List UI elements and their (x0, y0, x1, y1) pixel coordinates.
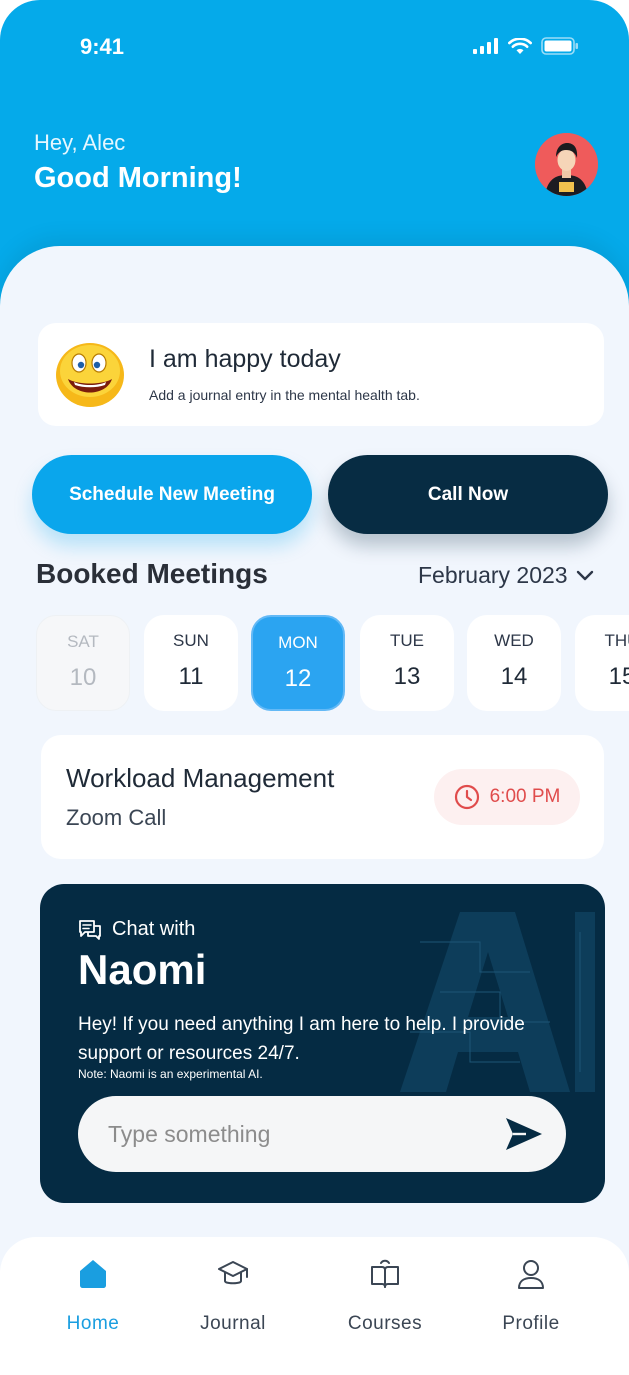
day-name: SUN (173, 631, 209, 650)
wifi-icon (508, 37, 532, 54)
nav-home-label: Home (66, 1313, 120, 1334)
meeting-card[interactable]: Workload Management Zoom Call 6:00 PM (41, 735, 604, 859)
day-number: 12 (284, 665, 312, 692)
app-screen: 9:41 Hey, Alec Good Morning! I am happy … (0, 0, 629, 1375)
day-tue[interactable]: TUE 13 (360, 615, 454, 711)
day-selector: SAT 10 SUN 11 MON 12 TUE 13 WED 14 THU 1… (36, 615, 629, 713)
month-dropdown[interactable]: February 2023 (418, 562, 594, 589)
send-icon[interactable] (504, 1116, 544, 1152)
day-number: 10 (69, 664, 97, 691)
salutation-text: Good Morning! (34, 162, 242, 194)
bottom-nav: Home Journal Courses Profile (0, 1237, 629, 1375)
day-name: MON (278, 633, 318, 652)
nav-journal-label: Journal (200, 1313, 266, 1334)
battery-icon (541, 37, 578, 55)
home-icon (80, 1260, 106, 1288)
chat-input[interactable] (108, 1114, 488, 1154)
mood-card[interactable]: I am happy today Add a journal entry in … (38, 323, 604, 426)
chat-bubble-icon (79, 919, 101, 940)
chat-assistant-name: Naomi (78, 946, 207, 993)
day-thu[interactable]: THU 15 (575, 615, 629, 711)
nav-courses[interactable]: Courses (325, 1257, 445, 1335)
greeting-text: Hey, Alec (34, 130, 126, 155)
meeting-title: Workload Management (66, 763, 335, 793)
chat-with-label: Chat with (78, 918, 195, 941)
chat-message: Hey! If you need anything I am here to h… (78, 1014, 525, 1064)
day-sun[interactable]: SUN 11 (144, 615, 238, 711)
schedule-meeting-button[interactable]: Schedule New Meeting (32, 455, 312, 534)
day-name: WED (494, 631, 534, 650)
status-icons (473, 37, 579, 55)
signal-icon (473, 38, 498, 54)
nav-profile[interactable]: Profile (471, 1257, 591, 1335)
day-number: 13 (393, 663, 421, 690)
day-number: 14 (500, 663, 528, 690)
mood-title: I am happy today (149, 345, 341, 373)
clock-icon (454, 784, 479, 810)
day-name: TUE (390, 631, 424, 650)
avatar[interactable] (535, 133, 598, 196)
day-sat[interactable]: SAT 10 (36, 615, 130, 711)
chat-note: Note: Naomi is an experimental AI. (78, 1067, 263, 1081)
ai-chat-card: Chat with Naomi Hey! If you need anythin… (40, 884, 605, 1203)
chat-with-text: Chat with (112, 918, 196, 940)
booked-meetings-title: Booked Meetings (36, 558, 268, 589)
nav-journal[interactable]: Journal (173, 1257, 293, 1335)
nav-profile-label: Profile (502, 1313, 560, 1334)
day-name: THU (604, 631, 629, 650)
open-book-icon (371, 1259, 399, 1288)
month-label: February 2023 (418, 562, 568, 588)
user-icon (518, 1260, 544, 1289)
chat-input-container (78, 1096, 566, 1172)
meeting-time-badge: 6:00 PM (434, 769, 580, 825)
user-avatar-icon (535, 133, 598, 196)
day-mon[interactable]: MON 12 (251, 615, 345, 711)
day-number: 15 (608, 663, 629, 690)
day-number: 11 (178, 663, 204, 690)
day-wed[interactable]: WED 14 (467, 615, 561, 711)
nav-courses-label: Courses (347, 1313, 423, 1334)
chevron-down-icon (576, 570, 593, 580)
meeting-subtitle: Zoom Call (66, 805, 167, 830)
graduation-cap-icon (218, 1261, 248, 1285)
happy-face-icon (56, 343, 124, 407)
day-name: SAT (67, 632, 99, 651)
mood-subtitle: Add a journal entry in the mental health… (149, 387, 420, 403)
meeting-time: 6:00 PM (489, 786, 561, 807)
call-now-button[interactable]: Call Now (328, 455, 608, 534)
status-time: 9:41 (80, 34, 125, 59)
nav-home[interactable]: Home (33, 1257, 153, 1335)
